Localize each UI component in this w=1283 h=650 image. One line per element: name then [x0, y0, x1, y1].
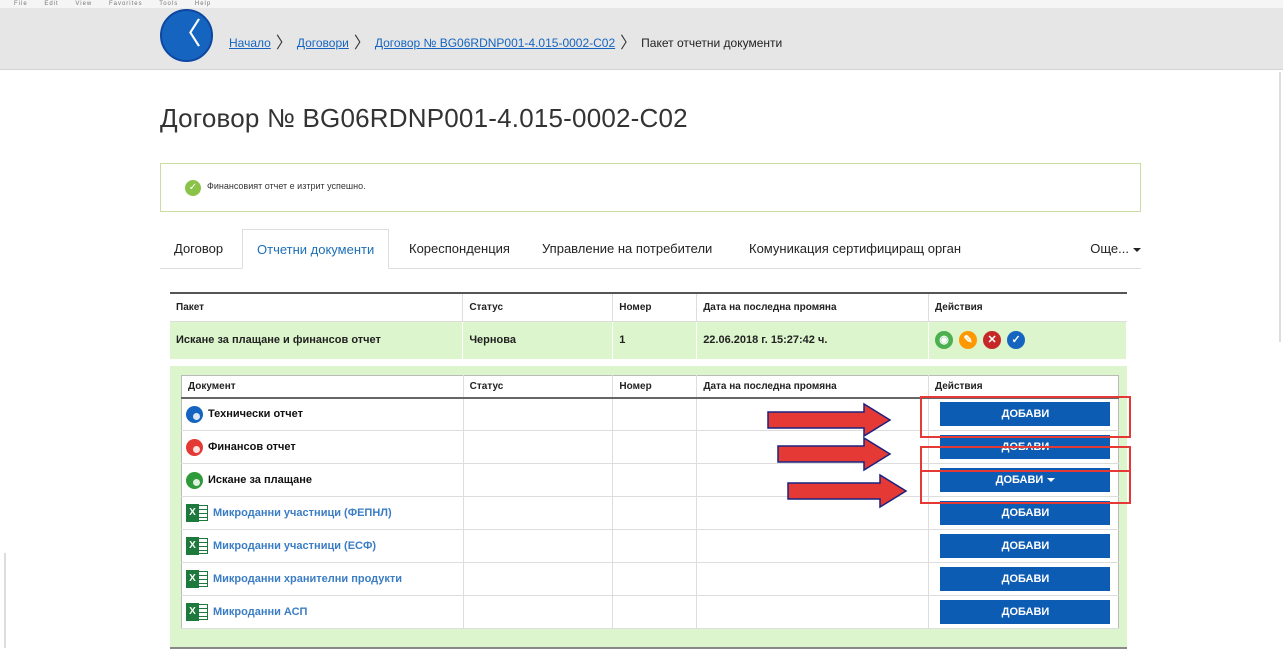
- document-number: [612, 397, 698, 431]
- document-status: [463, 595, 614, 629]
- menu-tools[interactable]: Tools: [159, 1, 178, 7]
- excel-icon: X: [186, 537, 208, 555]
- package-row[interactable]: Искане за плащане и финансов отчет Черно…: [170, 321, 1127, 359]
- highlight-box: [920, 446, 1131, 472]
- eye-icon[interactable]: ◉: [935, 331, 954, 350]
- column-header: Документ: [181, 375, 464, 399]
- breadcrumb-contract[interactable]: Договор № BG06RDNP001-4.015-0002-C02: [375, 36, 615, 50]
- tab-more[interactable]: Още...: [1090, 229, 1141, 269]
- excel-icon: X: [186, 570, 208, 588]
- success-alert: ✓ Финансовият отчет е изтрит успешно.: [160, 163, 1141, 212]
- menu-file[interactable]: File: [14, 1, 28, 7]
- arrow-right-icon: [767, 402, 892, 438]
- column-header: Дата на последна промяна: [696, 292, 930, 322]
- pencil-icon[interactable]: ✎: [959, 331, 978, 350]
- column-header: Пакет: [170, 292, 464, 322]
- table-row: X Микроданни участници (ЕСФ) ДОБАВИ: [181, 529, 1119, 563]
- document-link[interactable]: Микроданни участници (ФЕПНЛ): [213, 507, 392, 519]
- document-number: [612, 595, 698, 629]
- document-link[interactable]: Микроданни АСП: [213, 606, 307, 618]
- financial-report-icon: [186, 438, 203, 456]
- payment-request-icon: [186, 471, 203, 489]
- alert-message: Финансовият отчет е изтрит успешно.: [207, 181, 366, 191]
- add-microdata-asp-button[interactable]: ДОБАВИ: [940, 600, 1111, 624]
- package-date: 22.06.2018 г. 15:27:42 ч.: [696, 321, 930, 359]
- table-bottom-border: [170, 647, 1127, 649]
- tab-reporting-documents[interactable]: Отчетни документи: [242, 229, 390, 269]
- document-status: [463, 463, 614, 497]
- add-microdata-fepnl-button[interactable]: ДОБАВИ: [940, 501, 1111, 525]
- document-link[interactable]: Микроданни участници (ЕСФ): [213, 540, 376, 552]
- table-row: X Микроданни хранителни продукти ДОБАВИ: [181, 562, 1119, 596]
- document-date: [696, 595, 929, 629]
- package-actions: ◉ ✎ ✕ ✓: [928, 321, 1127, 359]
- chevron-left-icon: 〈: [171, 17, 202, 52]
- arrow-right-icon: [787, 473, 908, 509]
- breadcrumb-current: Пакет отчетни документи: [641, 36, 783, 50]
- document-number: [612, 562, 698, 596]
- breadcrumb-home[interactable]: Начало: [229, 36, 271, 50]
- back-button[interactable]: 〈: [160, 9, 213, 62]
- excel-icon: X: [186, 504, 208, 522]
- menu-help[interactable]: Help: [195, 1, 211, 7]
- document-status: [463, 430, 614, 464]
- excel-icon: X: [186, 603, 208, 621]
- document-number: [612, 463, 698, 497]
- close-icon[interactable]: ✕: [983, 331, 1002, 350]
- package-table: Пакет Статус Номер Дата на последна пром…: [170, 292, 1127, 359]
- menu-bar: File Edit View Favorites Tools Help: [0, 0, 1283, 8]
- document-status: [463, 529, 614, 563]
- document-date: [696, 529, 929, 563]
- check-circle-icon: ✓: [185, 180, 201, 196]
- column-header: Действия: [928, 375, 1119, 399]
- document-number: [612, 430, 698, 464]
- menu-edit[interactable]: Edit: [44, 1, 58, 7]
- document-name: Технически отчет: [208, 408, 304, 421]
- document-number: [612, 496, 698, 530]
- column-header: Номер: [612, 292, 698, 322]
- page-edge: [4, 553, 6, 648]
- tab-user-management[interactable]: Управление на потребители: [528, 229, 726, 269]
- tab-contract[interactable]: Договор: [160, 229, 237, 269]
- breadcrumb-separator-icon: 〉: [620, 35, 637, 52]
- column-header: Номер: [612, 375, 698, 399]
- document-name: Искане за плащане: [208, 474, 313, 486]
- scroll-edge: [1279, 72, 1281, 342]
- menu-favorites[interactable]: Favorites: [109, 1, 143, 7]
- tab-more-label: Още...: [1090, 241, 1129, 256]
- document-name: Финансов отчет: [208, 441, 296, 453]
- document-status: [463, 496, 614, 530]
- breadcrumb-separator-icon: 〉: [275, 35, 292, 52]
- page-header: 〈 Начало 〉 Договори 〉 Договор № BG06RDNP001-…: [0, 8, 1283, 70]
- table-row: X Микроданни АСП ДОБАВИ: [181, 595, 1119, 629]
- package-name: Искане за плащане и финансов отчет: [170, 321, 464, 359]
- document-status: [463, 562, 614, 596]
- add-microdata-food-button[interactable]: ДОБАВИ: [940, 567, 1111, 591]
- column-header: Дата на последна промяна: [696, 375, 929, 399]
- document-link[interactable]: Микроданни хранителни продукти: [213, 573, 402, 585]
- document-status: [463, 397, 614, 431]
- package-status: Чернова: [462, 321, 614, 359]
- tab-correspondence[interactable]: Кореспонденция: [395, 229, 524, 269]
- column-header: Статус: [462, 292, 614, 322]
- tab-certifying-authority[interactable]: Комуникация сертифициращ орган: [735, 229, 975, 269]
- highlight-box: [920, 396, 1131, 438]
- caret-down-icon: [1133, 247, 1141, 252]
- breadcrumb-separator-icon: 〉: [353, 35, 370, 52]
- document-date: [696, 562, 929, 596]
- technical-report-icon: [186, 405, 203, 423]
- page-title: Договор № BG06RDNP001-4.015-0002-C02: [160, 103, 688, 133]
- document-number: [612, 529, 698, 563]
- arrow-right-icon: [777, 436, 892, 472]
- menu-view[interactable]: View: [75, 1, 92, 7]
- package-number: 1: [612, 321, 698, 359]
- column-header: Действия: [928, 292, 1127, 322]
- add-microdata-esf-button[interactable]: ДОБАВИ: [940, 534, 1111, 558]
- breadcrumb: Начало 〉 Договори 〉 Договор № BG06RDNP001-4.…: [229, 28, 782, 52]
- column-header: Статус: [463, 375, 614, 399]
- breadcrumb-contracts[interactable]: Договори: [297, 36, 349, 50]
- check-icon[interactable]: ✓: [1007, 331, 1026, 350]
- tab-bar: Договор Отчетни документи Кореспонденция…: [160, 229, 1141, 269]
- highlight-box: [920, 470, 1131, 504]
